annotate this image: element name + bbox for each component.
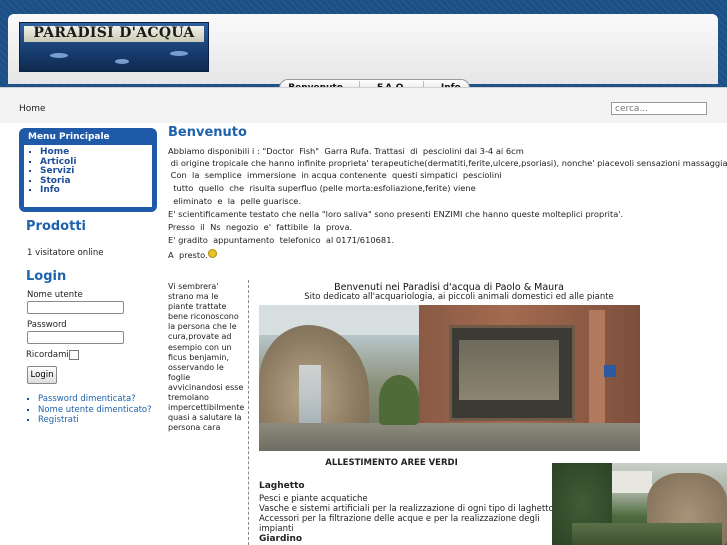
logo-text: PARADISI D'ACQUA <box>33 25 195 41</box>
laghetto-line: Vasche e sistemi artificiali per la real… <box>259 504 554 514</box>
fish-decoration <box>170 51 188 56</box>
login-heading: Login <box>26 269 67 284</box>
search-input[interactable] <box>611 102 707 115</box>
main-menu: Menu Principale Home Articoli Servizi St… <box>19 128 157 212</box>
intro-line: di origine tropicale che hanno infinite … <box>168 158 727 168</box>
register-item: Registrati <box>38 415 152 426</box>
column-divider <box>248 280 249 545</box>
forgot-password-item: Password dimenticata? <box>38 394 152 405</box>
menu-link[interactable]: Home <box>40 147 69 157</box>
forgot-username-item: Nome utente dimenticato? <box>38 405 152 416</box>
password-label: Password <box>27 320 67 330</box>
giardino-title: Giardino <box>259 534 303 544</box>
username-field[interactable] <box>27 301 124 314</box>
username-label: Nome utente <box>27 290 83 300</box>
forgot-password-link[interactable]: Password dimenticata? <box>38 394 136 404</box>
breadcrumb[interactable]: Home <box>19 104 46 114</box>
login-links: Password dimenticata? Nome utente diment… <box>27 394 152 426</box>
plants <box>379 375 419 425</box>
laghetto-title: Laghetto <box>259 481 305 491</box>
remember-checkbox[interactable] <box>69 350 79 360</box>
menu-link[interactable]: Articoli <box>40 157 76 167</box>
parking-sign <box>604 365 616 377</box>
garden-photo <box>552 463 727 545</box>
pavement <box>259 423 640 451</box>
site-logo[interactable]: PARADISI D'ACQUA <box>19 22 209 72</box>
main-menu-title: Menu Principale <box>28 132 110 142</box>
main-menu-list: Home Articoli Servizi Storia Info <box>24 145 152 207</box>
menu-link[interactable]: Servizi <box>40 166 74 176</box>
shop-interior <box>459 340 559 400</box>
smiley-icon <box>208 249 217 258</box>
prodotti-heading: Prodotti <box>26 219 86 234</box>
password-field[interactable] <box>27 331 124 344</box>
laghetto-line: Accessori per la filtrazione delle acque… <box>259 514 540 524</box>
areas-title: ALLESTIMENTO AREE VERDI <box>325 458 458 468</box>
laghetto-line: Pesci e piante acquatiche <box>259 494 368 504</box>
fish-decoration <box>115 59 129 64</box>
menu-link[interactable]: Storia <box>40 176 71 186</box>
forgot-username-link[interactable]: Nome utente dimenticato? <box>38 405 152 415</box>
remember-label: Ricordami <box>26 350 69 360</box>
feature-subtitle: Sito dedicato all'acquariologia, ai picc… <box>304 292 614 302</box>
shop-photo <box>259 305 640 451</box>
fish-decoration <box>50 53 68 58</box>
page-title: Benvenuto <box>168 125 247 140</box>
house <box>612 471 652 493</box>
intro-line: eliminato e la pelle guarisce. <box>168 196 302 206</box>
intro-line: Presso il Ns negozio e' fattibile la pro… <box>168 222 353 232</box>
intro-line: Abbiamo disponibili i : "Doctor Fish" Ga… <box>168 146 524 156</box>
laghetto-line: impianti <box>259 524 294 534</box>
menu-link[interactable]: Info <box>40 185 60 196</box>
login-button[interactable]: Login <box>27 366 57 384</box>
garden-lawn <box>572 523 722 545</box>
intro-line: E' scientificamente testato che nella "l… <box>168 209 624 219</box>
plants-quote: Vi sembrera' strano ma le piante trattat… <box>168 282 245 433</box>
intro-line: tutto quello che risulta superfluo (pell… <box>168 183 476 193</box>
menu-item-info[interactable]: Info <box>40 186 152 196</box>
register-link[interactable]: Registrati <box>38 415 79 425</box>
intro-line: E' gradito appuntamento telefonico al 01… <box>168 235 395 245</box>
intro-line: Con la semplice immersione in acqua cont… <box>168 170 502 180</box>
visitors-online: 1 visitatore online <box>27 248 104 258</box>
waterfall <box>299 365 321 425</box>
closing-text: A presto. <box>168 250 208 260</box>
